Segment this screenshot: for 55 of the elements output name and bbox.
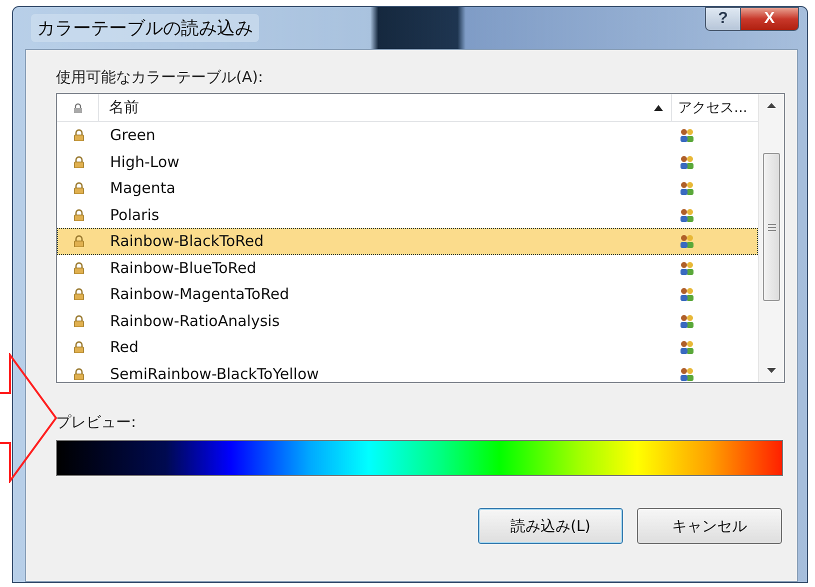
column-header[interactable]: 名前	[99, 94, 672, 121]
column-header[interactable]: アクセス...	[672, 94, 758, 121]
table-cell-text: Rainbow-MagentaToRed	[109, 285, 290, 304]
column-label: 名前	[109, 98, 139, 117]
dialog-button[interactable]: キャンセル	[637, 508, 782, 544]
users-icon	[679, 128, 695, 142]
list-row[interactable]: Magenta	[57, 175, 758, 202]
scroll-thumb[interactable]	[763, 153, 780, 301]
users-icon	[679, 260, 695, 275]
users-icon	[679, 340, 695, 354]
list-row[interactable]: Red	[57, 334, 758, 360]
users-icon	[679, 287, 695, 302]
lock-icon	[73, 129, 85, 142]
list-row[interactable]: Rainbow-RatioAnalysis	[57, 308, 758, 334]
table-cell-text: Rainbow-BlueToRed	[109, 258, 258, 277]
lock-icon	[73, 262, 85, 274]
lock-icon	[73, 182, 85, 194]
table-cell-text: Green	[109, 126, 156, 144]
lock-icon	[73, 368, 85, 380]
table-cell-text: Magenta	[109, 179, 176, 198]
lock-icon	[73, 314, 85, 327]
list-row[interactable]: Rainbow-BlackToRed	[57, 228, 758, 254]
list-row[interactable]: SemiRainbow-BlackToYellow	[57, 360, 758, 382]
scroll-up-icon	[767, 103, 776, 108]
lock-icon	[73, 235, 85, 248]
list-row[interactable]: Rainbow-MagentaToRed	[57, 281, 758, 308]
scroll-down-icon	[767, 368, 776, 373]
close-button[interactable]: X	[741, 7, 799, 31]
help-button[interactable]: ?	[705, 7, 741, 31]
users-icon	[679, 208, 695, 222]
table-cell-text: Rainbow-RatioAnalysis	[109, 312, 281, 330]
list-row[interactable]: Rainbow-BlueToRed	[57, 254, 758, 281]
list-row[interactable]: Green	[57, 122, 758, 148]
users-icon	[679, 314, 695, 328]
lock-icon	[72, 102, 82, 112]
table-cell-text: High-Low	[109, 152, 180, 171]
users-icon	[679, 181, 695, 196]
window-title: カラーテーブルの読み込み	[31, 14, 259, 42]
table-cell-text: Red	[109, 338, 140, 356]
table-cell-text: Rainbow-BlackToRed	[109, 232, 265, 250]
users-icon	[679, 366, 695, 381]
list-row[interactable]: Polaris	[57, 202, 758, 228]
list-row[interactable]: High-Low	[57, 148, 758, 175]
table-cell-text: SemiRainbow-BlackToYellow	[109, 364, 320, 382]
users-icon	[679, 234, 695, 248]
scrollbar[interactable]	[758, 94, 784, 382]
lock-icon	[73, 288, 85, 300]
lock-icon	[73, 156, 85, 168]
lock-icon	[73, 208, 85, 221]
users-icon	[679, 154, 695, 169]
dialog-button[interactable]: 読み込み(L)	[478, 508, 623, 544]
table-cell-text: Polaris	[109, 206, 160, 224]
lock-icon	[73, 341, 85, 354]
preview-label: プレビュー:	[56, 413, 136, 432]
list-label: 使用可能なカラーテーブル(A):	[56, 68, 264, 87]
